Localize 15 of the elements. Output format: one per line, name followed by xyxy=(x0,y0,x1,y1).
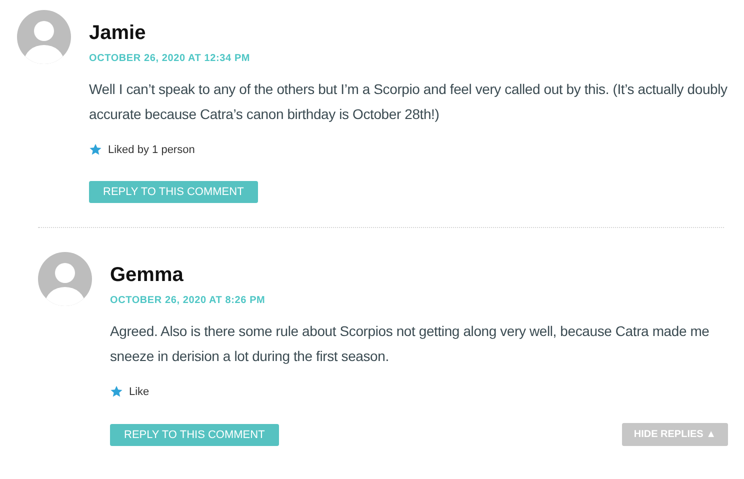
avatar-icon xyxy=(38,252,92,306)
comment-text: Agreed. Also is there some rule about Scorpios not getting along very well, because Catra made me sneeze in derision a lot during the first season. xyxy=(110,322,710,366)
comment-date-link[interactable]: OCTOBER 26, 2020 AT 12:34 PM xyxy=(89,53,250,64)
star-icon xyxy=(110,385,123,398)
like-link[interactable]: Liked by 1 person xyxy=(108,144,195,156)
hide-replies-button[interactable]: HIDE REPLIES ▲ xyxy=(622,423,728,446)
like-link[interactable]: Like xyxy=(129,386,150,398)
reply-button[interactable]: REPLY TO THIS COMMENT xyxy=(89,181,258,203)
author-name: Gemma xyxy=(110,263,184,287)
avatar-icon xyxy=(17,10,71,64)
author-name: Jamie xyxy=(89,21,147,45)
comment-date-link[interactable]: OCTOBER 26, 2020 AT 8:26 PM xyxy=(110,295,266,306)
reply-button[interactable]: REPLY TO THIS COMMENT xyxy=(110,424,279,446)
comment-text: Well I can’t speak to any of the others but I’m a Scorpio and feel very called out by this. (It’s actually doubly accurate because Catra’s canon birthday is October 28th!) xyxy=(89,80,728,124)
star-icon xyxy=(89,143,102,156)
